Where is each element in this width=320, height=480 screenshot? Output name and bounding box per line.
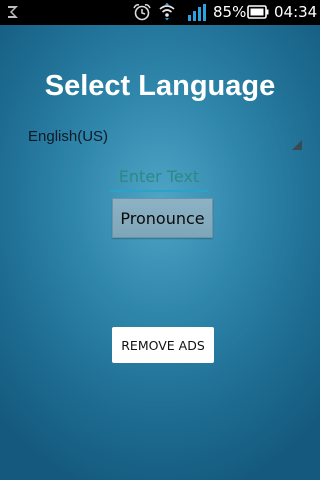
app-screen: 85% 04:34 Select Language English(US) Pr… (0, 0, 320, 480)
battery-percent: 85% (213, 3, 247, 21)
status-clock: 04:34 (274, 3, 318, 21)
alarm-icon (133, 4, 151, 21)
notification-icon (8, 6, 18, 18)
pronounce-button[interactable]: Pronounce (112, 198, 213, 238)
language-select[interactable]: English(US) (18, 124, 304, 152)
dropdown-arrow-icon (292, 140, 302, 150)
signal-icon (188, 4, 206, 21)
text-input[interactable] (110, 162, 208, 192)
language-select-value: English(US) (28, 128, 109, 145)
battery-icon (247, 5, 269, 19)
status-bar: 85% 04:34 (0, 0, 320, 25)
wifi-icon (159, 3, 175, 21)
remove-ads-button[interactable]: REMOVE ADS (112, 327, 214, 363)
page-title: Select Language (44, 70, 276, 102)
